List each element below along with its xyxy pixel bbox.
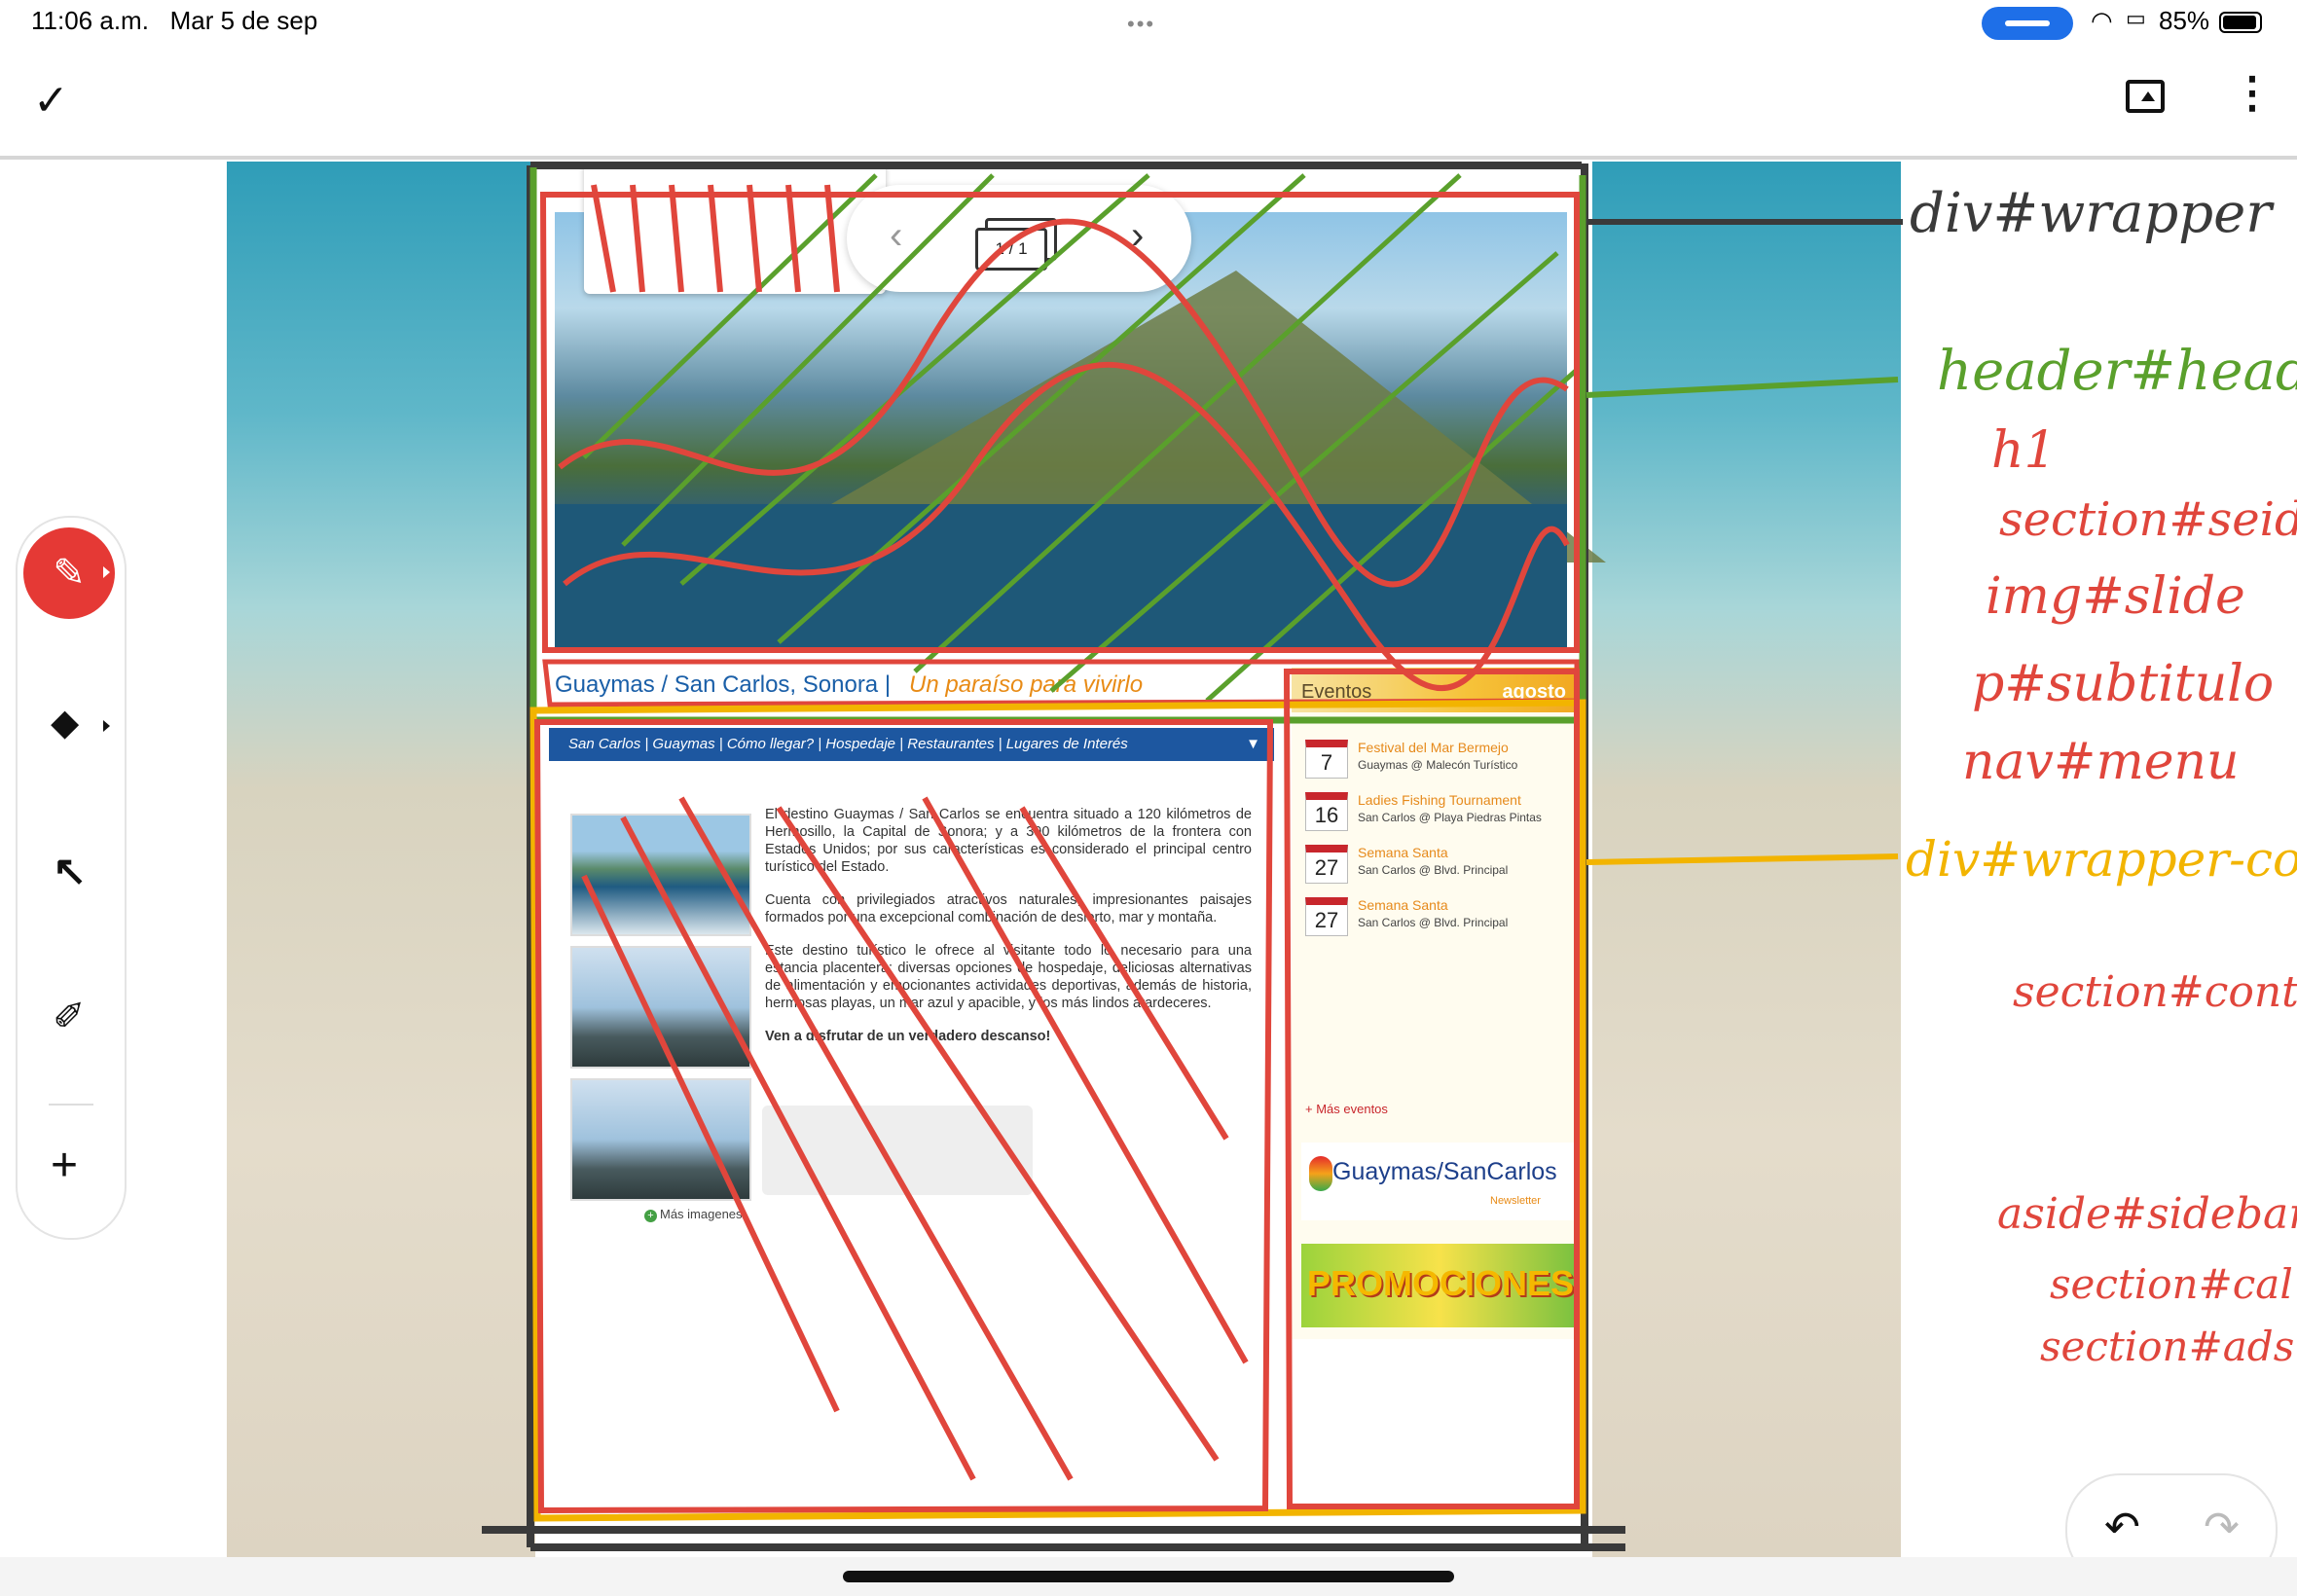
event-place: San Carlos @ Blvd. Principal — [1358, 916, 1509, 929]
event-place: Guaymas @ Malecón Turístico — [1358, 758, 1518, 772]
undo-icon[interactable]: ↶ — [2104, 1503, 2140, 1552]
more-vertical-icon[interactable]: ⋮ — [2231, 72, 2274, 115]
event-place: San Carlos @ Blvd. Principal — [1358, 863, 1509, 877]
event-name: Semana Santa — [1358, 897, 1448, 913]
events-header: Eventos agosto — [1292, 668, 1584, 712]
site-subtitle: Un paraíso para vivirlo — [909, 671, 1144, 698]
battery-icon — [2219, 12, 2262, 33]
event-item[interactable]: 27 Semana Santa San Carlos @ Blvd. Princ… — [1305, 895, 1578, 942]
annotation-wrapper-content: div#wrapper-content — [1906, 831, 2297, 888]
events-month: agosto — [1502, 681, 1566, 703]
annotation-header: header#header — [1937, 340, 2297, 403]
pen-icon[interactable]: ✎ — [23, 527, 115, 619]
eraser-icon[interactable]: ◆ — [51, 701, 79, 744]
content-text: El destino Guaymas / San Carlos se encue… — [765, 806, 1252, 1061]
more-events-link[interactable]: + Más eventos — [1305, 1102, 1388, 1116]
content-placeholder — [762, 1106, 1033, 1195]
paragraph: Este destino turístico le ofrece al visi… — [765, 943, 1252, 1011]
annotation-p: p#subtitulo — [1972, 655, 2274, 713]
nav-arrow-icon[interactable]: ▼ — [1246, 728, 1260, 761]
brand-logo-icon — [1309, 1156, 1332, 1191]
newsletter-label: Newsletter — [1490, 1195, 1541, 1207]
promo-label: PROMOCIONES — [1307, 1263, 1575, 1303]
annotation-ads: section#ads — [2040, 1323, 2294, 1370]
newsletter-banner[interactable]: Guaymas/SanCarlos Newsletter — [1301, 1143, 1578, 1220]
screen-record-pill[interactable] — [1982, 7, 2073, 40]
annotation-sidebar: aside#sidebar — [1997, 1189, 2297, 1239]
paragraph-bold: Ven a disfrutar de un verdadero descanso… — [765, 1029, 1051, 1044]
annotation-h1: h1 — [1991, 421, 2057, 480]
site-nav: San Carlos | Guaymas | Cómo llegar? | Ho… — [549, 728, 1274, 761]
annotation-content: section#content — [2013, 967, 2297, 1017]
events-label: Eventos — [1301, 681, 1372, 703]
multitask-dots[interactable]: ••• — [1127, 12, 1155, 37]
redo-icon[interactable]: ↷ — [2204, 1503, 2240, 1552]
annotation-section: section#seid — [1999, 492, 2297, 547]
annotation-wrapper: div#wrapper — [1910, 182, 2275, 245]
calendar-icon: 7 — [1305, 740, 1348, 779]
plus-icon[interactable]: + — [51, 1139, 78, 1192]
newsletter-brand: Guaymas/SanCarlos — [1332, 1158, 1557, 1185]
annotation-img: img#slide — [1986, 567, 2245, 626]
lasso-icon[interactable]: ✐ — [53, 995, 86, 1039]
annotation-nav: nav#menu — [1962, 733, 2240, 791]
sidebar: Eventos agosto 7 Festival del Mar Bermej… — [1292, 668, 1584, 1339]
more-images-link[interactable]: + Más imagenes — [644, 1207, 743, 1222]
check-icon[interactable]: ✓ — [33, 76, 69, 126]
next-page-icon[interactable]: › — [1131, 214, 1144, 258]
thumbnail-bay — [570, 814, 751, 936]
event-name: Semana Santa — [1358, 845, 1448, 860]
home-indicator[interactable] — [843, 1571, 1454, 1582]
promo-banner[interactable]: PROMOCIONES — [1301, 1244, 1578, 1327]
calendar-icon: 16 — [1305, 792, 1348, 831]
page-navigator: ‹ 1 / 1 › — [847, 185, 1191, 292]
thumbnail-statue-2 — [570, 1078, 751, 1201]
page-count[interactable]: 1 / 1 — [975, 228, 1047, 271]
prev-page-icon[interactable]: ‹ — [890, 214, 902, 258]
site-title: Guaymas / San Carlos, Sonora | — [555, 671, 892, 698]
event-name: Ladies Fishing Tournament — [1358, 792, 1521, 808]
paragraph: Cuenta con privilegiados atractivos natu… — [765, 892, 1252, 925]
calendar-icon: 27 — [1305, 897, 1348, 936]
plus-icon: + — [644, 1210, 657, 1222]
battery-percent: 85% — [2159, 6, 2210, 35]
document-canvas[interactable]: ‹ 1 / 1 › Guaymas / San Carlos, Sonora |… — [227, 162, 1901, 1557]
drawing-toolbar: ✎ ◆ ↖ ✐ + — [16, 516, 127, 1240]
event-item[interactable]: 7 Festival del Mar Bermejo Guaymas @ Mal… — [1305, 738, 1578, 784]
annotation-cal: section#cal — [2050, 1260, 2293, 1308]
event-name: Festival del Mar Bermejo — [1358, 740, 1509, 755]
app-toolbar: ✓ ⋮ — [0, 47, 2297, 160]
website-screenshot: ‹ 1 / 1 › Guaymas / San Carlos, Sonora |… — [535, 162, 1606, 1557]
calendar-icon: 27 — [1305, 845, 1348, 884]
event-place: San Carlos @ Playa Piedras Pintas — [1358, 811, 1542, 824]
paragraph: El destino Guaymas / San Carlos se encue… — [765, 807, 1252, 875]
wifi-icon: ◠ — [2091, 6, 2113, 35]
airplay-icon: ▭ — [2126, 6, 2146, 30]
logo-card — [584, 162, 886, 294]
event-item[interactable]: 16 Ladies Fishing Tournament San Carlos … — [1305, 790, 1578, 837]
event-item[interactable]: 27 Semana Santa San Carlos @ Blvd. Princ… — [1305, 843, 1578, 889]
status-bar: 11:06 a.m. Mar 5 de sep ••• ◠ ▭ 85% — [0, 0, 2297, 47]
present-icon[interactable] — [2126, 80, 2165, 113]
select-arrow-icon[interactable]: ↖ — [53, 847, 87, 894]
thumbnail-statue — [570, 946, 751, 1069]
site-nav-links[interactable]: San Carlos | Guaymas | Cómo llegar? | Ho… — [568, 736, 1128, 752]
status-time: 11:06 a.m. Mar 5 de sep — [31, 6, 318, 35]
